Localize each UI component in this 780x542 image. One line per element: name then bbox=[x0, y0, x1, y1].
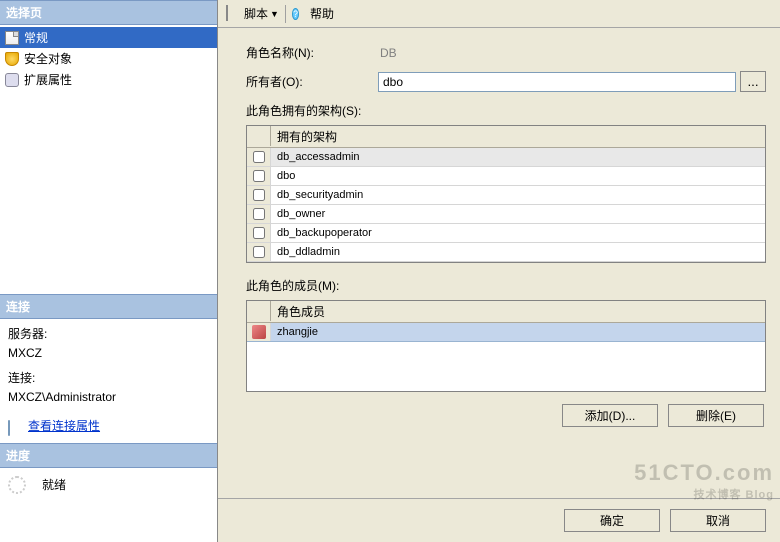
schema-name: db_accessadmin bbox=[271, 151, 765, 163]
shield-icon bbox=[4, 51, 20, 67]
footer-bar: 确定 取消 bbox=[218, 498, 780, 542]
server-label: 服务器: bbox=[8, 325, 209, 344]
view-link-label: 查看连接属性 bbox=[28, 417, 100, 436]
schemas-label: 此角色拥有的架构(S): bbox=[246, 102, 766, 119]
members-grid: 角色成员 zhangjie bbox=[246, 300, 766, 392]
nav-item-label: 扩展属性 bbox=[24, 71, 72, 88]
server-value: MXCZ bbox=[8, 344, 209, 363]
schemas-check-header bbox=[247, 126, 271, 146]
connection-section: 服务器: MXCZ 连接: MXCZ\Administrator 查看连接属性 bbox=[0, 319, 217, 443]
schema-row[interactable]: dbo bbox=[247, 167, 765, 186]
user-icon bbox=[252, 325, 266, 339]
toolbar: 脚本 ▼ ? 帮助 bbox=[218, 0, 780, 28]
member-name: zhangjie bbox=[271, 326, 765, 338]
schema-check-cell[interactable] bbox=[247, 167, 271, 185]
browse-owner-button[interactable]: ... bbox=[740, 71, 766, 92]
ok-button[interactable]: 确定 bbox=[564, 509, 660, 532]
help-label: 帮助 bbox=[310, 5, 334, 22]
schemas-grid-header: 拥有的架构 bbox=[247, 126, 765, 148]
member-buttons: 添加(D)... 删除(E) bbox=[246, 404, 766, 427]
nav-list: 常规 安全对象 扩展属性 bbox=[0, 25, 217, 92]
role-name-row: 角色名称(N): DB bbox=[246, 44, 766, 61]
spinner-icon bbox=[8, 476, 26, 494]
script-label: 脚本 bbox=[244, 5, 268, 22]
conn-value: MXCZ\Administrator bbox=[8, 388, 209, 407]
script-icon bbox=[226, 6, 242, 22]
help-icon: ? bbox=[292, 6, 308, 22]
member-icon-cell bbox=[247, 323, 271, 341]
members-label: 此角色的成员(M): bbox=[246, 277, 766, 294]
schema-checkbox[interactable] bbox=[253, 227, 265, 239]
schema-row[interactable]: db_owner bbox=[247, 205, 765, 224]
main-content: 角色名称(N): DB 所有者(O): ... 此角色拥有的架构(S): 拥有的… bbox=[218, 28, 780, 498]
schema-check-cell[interactable] bbox=[247, 205, 271, 223]
role-name-label: 角色名称(N): bbox=[246, 44, 378, 61]
schema-checkbox[interactable] bbox=[253, 208, 265, 220]
schema-row[interactable]: db_backupoperator bbox=[247, 224, 765, 243]
page-icon bbox=[4, 30, 20, 46]
right-panel: 脚本 ▼ ? 帮助 角色名称(N): DB 所有者(O): ... 此角色拥有的… bbox=[218, 0, 780, 542]
schema-row[interactable]: db_securityadmin bbox=[247, 186, 765, 205]
schema-checkbox[interactable] bbox=[253, 189, 265, 201]
sidebar: 选择页 常规 安全对象 扩展属性 连接 服务器: MXCZ 连接: MXCZ\A… bbox=[0, 0, 218, 542]
schema-name: db_owner bbox=[271, 208, 765, 220]
add-button[interactable]: 添加(D)... bbox=[562, 404, 658, 427]
schema-checkbox[interactable] bbox=[253, 246, 265, 258]
nav-item-label: 安全对象 bbox=[24, 50, 72, 67]
schema-name: db_backupoperator bbox=[271, 227, 765, 239]
progress-status: 就绪 bbox=[42, 476, 66, 493]
nav-item-label: 常规 bbox=[24, 29, 48, 46]
progress-section: 就绪 bbox=[0, 468, 217, 502]
pages-header: 选择页 bbox=[0, 0, 217, 25]
schema-row[interactable]: db_ddladmin bbox=[247, 243, 765, 262]
remove-button[interactable]: 删除(E) bbox=[668, 404, 764, 427]
schema-name: db_securityadmin bbox=[271, 189, 765, 201]
schemas-grid-body[interactable]: db_accessadmin dbo db_securityadmin db_o… bbox=[247, 148, 765, 262]
db-icon bbox=[8, 419, 24, 435]
nav-item-securables[interactable]: 安全对象 bbox=[0, 48, 217, 69]
gear-icon bbox=[4, 72, 20, 88]
view-connection-properties[interactable]: 查看连接属性 bbox=[8, 417, 209, 436]
schemas-col-header: 拥有的架构 bbox=[271, 126, 765, 147]
toolbar-separator bbox=[285, 5, 286, 23]
member-row[interactable]: zhangjie bbox=[247, 323, 765, 342]
owner-input[interactable] bbox=[378, 72, 736, 92]
schema-checkbox[interactable] bbox=[253, 170, 265, 182]
schema-check-cell[interactable] bbox=[247, 148, 271, 166]
members-grid-body[interactable]: zhangjie bbox=[247, 323, 765, 391]
schema-row[interactable]: db_accessadmin bbox=[247, 148, 765, 167]
help-button[interactable]: ? 帮助 bbox=[290, 4, 336, 23]
members-grid-header: 角色成员 bbox=[247, 301, 765, 323]
schema-check-cell[interactable] bbox=[247, 186, 271, 204]
schema-check-cell[interactable] bbox=[247, 243, 271, 261]
members-col-header: 角色成员 bbox=[271, 301, 765, 322]
role-name-value: DB bbox=[380, 46, 397, 60]
schema-name: dbo bbox=[271, 170, 765, 182]
owner-row: 所有者(O): ... bbox=[246, 71, 766, 92]
connection-header: 连接 bbox=[0, 294, 217, 319]
schemas-grid: 拥有的架构 db_accessadmin dbo db_securityadmi… bbox=[246, 125, 766, 263]
nav-item-general[interactable]: 常规 bbox=[0, 27, 217, 48]
owner-label: 所有者(O): bbox=[246, 73, 378, 90]
members-icon-header bbox=[247, 301, 271, 321]
conn-label: 连接: bbox=[8, 369, 209, 388]
script-button[interactable]: 脚本 ▼ bbox=[224, 4, 281, 23]
schema-check-cell[interactable] bbox=[247, 224, 271, 242]
chevron-down-icon: ▼ bbox=[270, 9, 279, 19]
cancel-button[interactable]: 取消 bbox=[670, 509, 766, 532]
progress-header: 进度 bbox=[0, 443, 217, 468]
nav-item-extended[interactable]: 扩展属性 bbox=[0, 69, 217, 90]
schema-checkbox[interactable] bbox=[253, 151, 265, 163]
schema-name: db_ddladmin bbox=[271, 246, 765, 258]
